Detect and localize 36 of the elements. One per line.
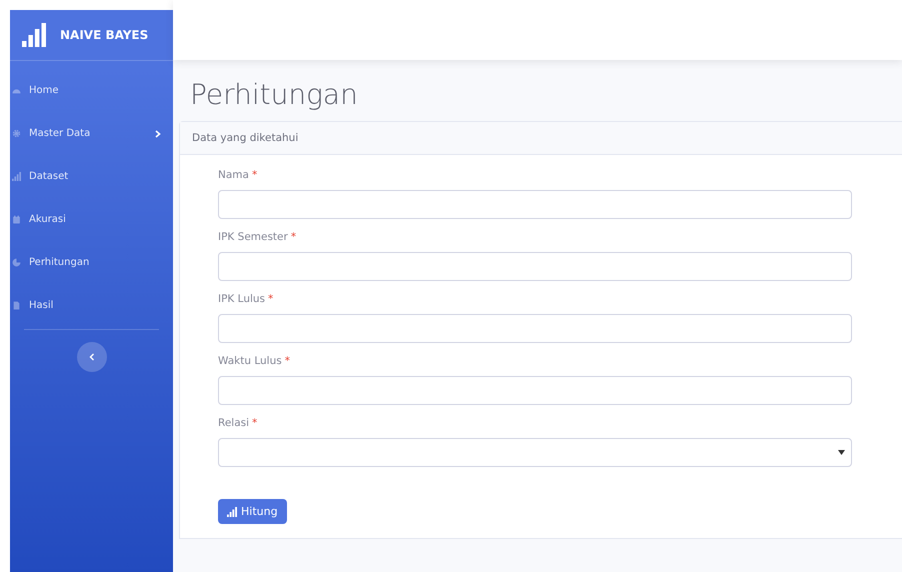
sidebar-item[interactable]: Home bbox=[10, 69, 173, 112]
caret-down-icon bbox=[838, 450, 845, 455]
chevron-left-icon bbox=[88, 353, 94, 361]
pie-chart-icon bbox=[12, 258, 21, 267]
input-field[interactable] bbox=[218, 190, 852, 219]
field-label: IPK Lulus bbox=[218, 293, 266, 305]
input-field[interactable] bbox=[218, 314, 852, 343]
sidebar-item[interactable]: Perhitungan bbox=[10, 241, 173, 284]
required-mark: * bbox=[252, 169, 258, 181]
input-field[interactable] bbox=[218, 252, 852, 281]
input-field[interactable] bbox=[218, 376, 852, 405]
logo-icon bbox=[22, 22, 46, 48]
required-mark: * bbox=[290, 231, 296, 243]
required-mark: * bbox=[284, 355, 290, 367]
settings-icon bbox=[12, 129, 21, 138]
select-field[interactable] bbox=[218, 438, 852, 467]
field-label: Waktu Lulus bbox=[218, 355, 282, 367]
bar-chart-icon bbox=[12, 172, 21, 181]
bar-chart-icon bbox=[227, 506, 237, 516]
brand-name: NAIVE BAYES bbox=[60, 28, 148, 42]
sidebar-item[interactable]: Dataset bbox=[10, 155, 173, 198]
hitung-button[interactable]: Hitung bbox=[218, 499, 287, 524]
field-label: Relasi bbox=[218, 417, 250, 429]
required-mark: * bbox=[252, 417, 258, 429]
field-label: Nama bbox=[218, 169, 249, 181]
sidebar-item[interactable]: Hasil bbox=[10, 284, 173, 327]
card-header: Data yang diketahui bbox=[180, 122, 902, 155]
sidebar-item[interactable]: Akurasi bbox=[10, 198, 173, 241]
file-icon bbox=[12, 301, 21, 310]
sidebar-toggle-button[interactable] bbox=[76, 342, 106, 372]
page-title: Perhitungan bbox=[190, 78, 359, 111]
field-label: IPK Semester bbox=[218, 231, 288, 243]
sidebar-item[interactable]: Master Data bbox=[10, 112, 173, 155]
chevron-right-icon bbox=[155, 130, 161, 138]
calendar-icon bbox=[12, 215, 21, 224]
required-mark: * bbox=[268, 293, 274, 305]
